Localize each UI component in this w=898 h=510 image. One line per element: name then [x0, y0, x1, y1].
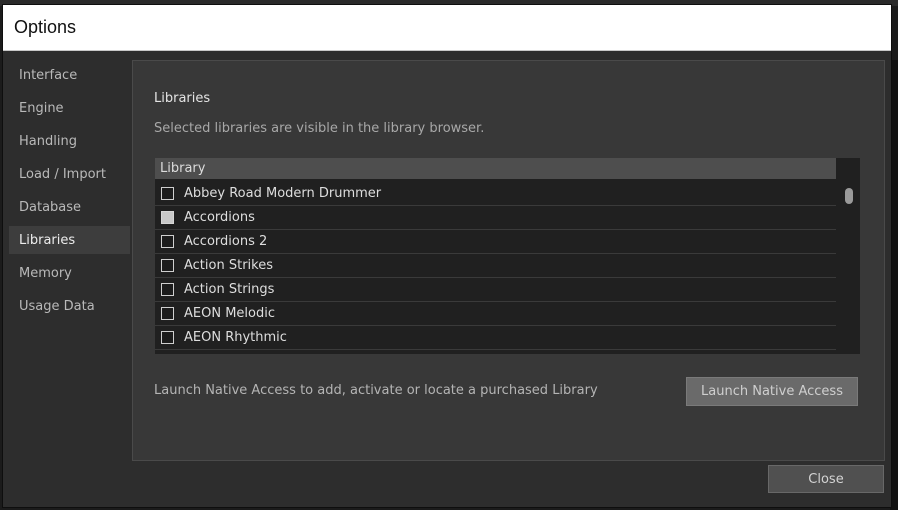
library-name: AEON Melodic — [184, 306, 275, 321]
sidebar-item-label: Interface — [19, 67, 78, 83]
sidebar-item-label: Handling — [19, 133, 77, 149]
library-name: Accordions 2 — [184, 234, 268, 249]
panel-title: Libraries — [154, 91, 211, 106]
options-sidebar: Interface Engine Handling Load / Import … — [9, 61, 130, 325]
library-checkbox[interactable] — [161, 187, 174, 200]
sidebar-item-memory[interactable]: Memory — [9, 259, 130, 287]
launch-native-access-button[interactable]: Launch Native Access — [686, 377, 858, 406]
sidebar-item-label: Load / Import — [19, 166, 106, 182]
sidebar-item-label: Memory — [19, 265, 72, 281]
library-checkbox[interactable] — [161, 259, 174, 272]
library-row[interactable]: Action Strings — [155, 278, 836, 302]
library-name: Abbey Road Modern Drummer — [184, 186, 382, 201]
scrollbar-thumb[interactable] — [845, 188, 853, 204]
panel-description: Selected libraries are visible in the li… — [154, 121, 485, 136]
sidebar-item-label: Engine — [19, 100, 64, 116]
sidebar-item-handling[interactable]: Handling — [9, 127, 130, 155]
library-row[interactable]: Abbey Road Modern Drummer — [155, 182, 836, 206]
sidebar-item-libraries[interactable]: Libraries — [9, 226, 130, 254]
library-checkbox[interactable] — [161, 283, 174, 296]
sidebar-item-label: Database — [19, 199, 82, 215]
library-name: AEON Rhythmic — [184, 330, 287, 345]
libraries-panel: Libraries Selected libraries are visible… — [132, 60, 885, 461]
library-table: Library Abbey Road Modern Drummer Accord… — [155, 158, 860, 354]
library-scrollbar[interactable] — [841, 182, 855, 350]
library-name: Accordions — [184, 210, 255, 225]
library-row[interactable]: AEON Rhythmic — [155, 326, 836, 350]
library-column-header: Library — [155, 158, 836, 179]
library-name: Action Strikes — [184, 258, 273, 273]
library-checkbox[interactable] — [161, 331, 174, 344]
library-checkbox[interactable] — [161, 307, 174, 320]
library-row[interactable]: AEON Melodic — [155, 302, 836, 326]
sidebar-item-database[interactable]: Database — [9, 193, 130, 221]
options-dialog: Options Interface Engine Handling Load /… — [2, 4, 892, 508]
library-row[interactable]: Action Strikes — [155, 254, 836, 278]
sidebar-item-load-import[interactable]: Load / Import — [9, 160, 130, 188]
library-list: Abbey Road Modern Drummer Accordions Acc… — [155, 182, 836, 350]
close-button[interactable]: Close — [768, 465, 884, 493]
sidebar-item-engine[interactable]: Engine — [9, 94, 130, 122]
library-row[interactable]: Accordions 2 — [155, 230, 836, 254]
library-row[interactable]: Accordions — [155, 206, 836, 230]
launch-info-text: Launch Native Access to add, activate or… — [154, 383, 598, 398]
sidebar-item-label: Usage Data — [19, 298, 95, 314]
library-name: Action Strings — [184, 282, 275, 297]
sidebar-item-label: Libraries — [19, 232, 76, 248]
sidebar-item-usage-data[interactable]: Usage Data — [9, 292, 130, 320]
dialog-title: Options — [3, 5, 891, 51]
library-checkbox[interactable] — [161, 211, 174, 224]
library-checkbox[interactable] — [161, 235, 174, 248]
sidebar-item-interface[interactable]: Interface — [9, 61, 130, 89]
